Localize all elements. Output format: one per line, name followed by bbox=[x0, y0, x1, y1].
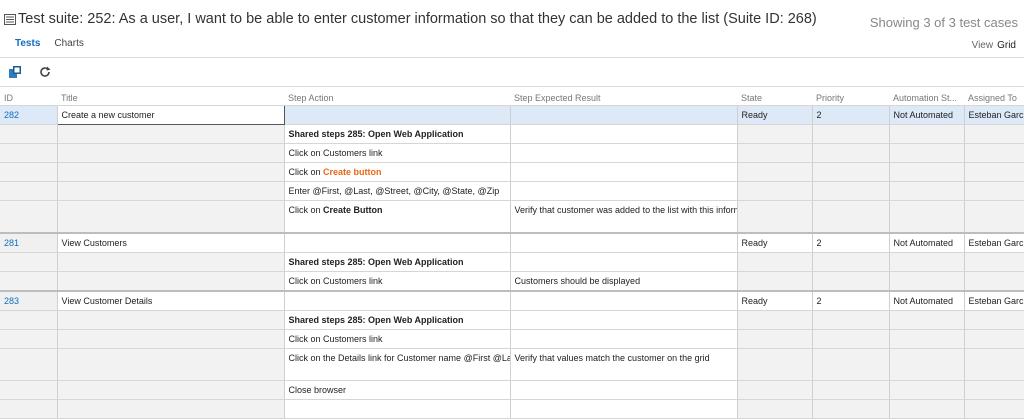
step-action-cell[interactable]: Click on Customers link bbox=[284, 271, 511, 292]
step-expected-cell[interactable]: Customers should be displayed bbox=[510, 271, 738, 292]
test-title-cell[interactable]: View Customer Details bbox=[57, 290, 285, 311]
step-action-cell[interactable]: Close browser bbox=[284, 380, 511, 400]
toolbar bbox=[8, 65, 68, 79]
step-expected-cell[interactable] bbox=[510, 252, 738, 272]
step-action-cell[interactable] bbox=[284, 105, 511, 125]
step-action-text: Click on bbox=[288, 205, 324, 215]
empty-step-row[interactable] bbox=[0, 399, 1024, 419]
column-header-id[interactable]: ID bbox=[0, 90, 57, 106]
step-expected-cell[interactable] bbox=[510, 181, 738, 201]
step-expected-cell[interactable] bbox=[510, 124, 738, 144]
step-action-cell[interactable] bbox=[284, 399, 511, 419]
test-title-cell[interactable]: Create a new customer bbox=[56, 105, 285, 125]
step-action-text: Click on bbox=[288, 167, 324, 177]
test-id-cell[interactable]: 283 bbox=[0, 290, 58, 311]
step-action-cell[interactable]: Click on Create Button bbox=[284, 200, 511, 234]
column-header-step-expected-result[interactable]: Step Expected Result bbox=[510, 90, 737, 106]
tab-charts[interactable]: Charts bbox=[54, 38, 83, 49]
view-label: View bbox=[971, 40, 994, 51]
test-id-link[interactable]: 281 bbox=[4, 238, 19, 248]
test-step-row[interactable]: Shared steps 285: Open Web Application bbox=[0, 252, 1024, 272]
step-action-cell[interactable]: Shared steps 285: Open Web Application bbox=[284, 124, 511, 144]
step-action-cell[interactable]: Shared steps 285: Open Web Application bbox=[284, 310, 511, 330]
state-cell[interactable]: Ready bbox=[737, 105, 813, 125]
step-expected-cell[interactable] bbox=[510, 310, 738, 330]
test-id-link[interactable]: 283 bbox=[4, 296, 19, 306]
refresh-icon[interactable] bbox=[38, 65, 52, 79]
step-expected-cell[interactable] bbox=[510, 105, 738, 125]
tab-tests[interactable]: Tests bbox=[15, 38, 40, 49]
test-title-cell[interactable]: View Customers bbox=[57, 232, 285, 253]
test-step-row[interactable]: Click on Customers link bbox=[0, 329, 1024, 349]
test-step-row[interactable]: Close browser bbox=[0, 380, 1024, 400]
test-step-row[interactable]: Click on the Details link for Customer n… bbox=[0, 348, 1024, 381]
test-step-row[interactable]: Click on Create Button Verify that custo… bbox=[0, 200, 1024, 234]
step-action-cell[interactable]: Click on Customers link bbox=[284, 143, 511, 163]
assigned-to-cell[interactable]: Esteban Garcia bbox=[964, 232, 1024, 253]
automation-status-cell[interactable]: Not Automated bbox=[889, 232, 965, 253]
test-case-row[interactable]: 283 View Customer Details Ready 2 Not Au… bbox=[0, 290, 1024, 311]
view-switch[interactable]: View Grid bbox=[972, 40, 1016, 51]
step-expected-cell[interactable]: Verify that values match the customer on… bbox=[510, 348, 738, 381]
step-expected-cell[interactable] bbox=[510, 162, 738, 182]
test-id-cell[interactable]: 281 bbox=[0, 232, 58, 253]
assigned-to-cell[interactable]: Esteban Garcia bbox=[964, 105, 1024, 125]
suite-title-bar: Test suite: 252: As a user, I want to be… bbox=[4, 8, 817, 30]
priority-cell[interactable]: 2 bbox=[812, 232, 890, 253]
test-case-count: Showing 3 of 3 test cases bbox=[869, 15, 1018, 30]
step-expected-cell[interactable] bbox=[510, 329, 738, 349]
tab-bar: Tests Charts bbox=[15, 38, 98, 49]
state-cell[interactable]: Ready bbox=[737, 232, 813, 253]
test-step-row[interactable]: Enter @First, @Last, @Street, @City, @St… bbox=[0, 181, 1024, 201]
page-title: Test suite: 252: As a user, I want to be… bbox=[18, 11, 817, 27]
step-action-cell[interactable]: Click on the Details link for Customer n… bbox=[284, 348, 511, 381]
column-header-assigned-to[interactable]: Assigned To bbox=[964, 90, 1024, 106]
open-in-client-icon[interactable] bbox=[8, 65, 22, 79]
state-cell[interactable]: Ready bbox=[737, 290, 813, 311]
step-action-cell[interactable]: Click on Customers link bbox=[284, 329, 511, 349]
priority-cell[interactable]: 2 bbox=[812, 290, 890, 311]
column-header-step-action[interactable]: Step Action bbox=[284, 90, 510, 106]
automation-status-cell[interactable]: Not Automated bbox=[889, 105, 965, 125]
divider bbox=[0, 86, 1024, 87]
test-suite-icon bbox=[4, 13, 16, 25]
test-id-link[interactable]: 282 bbox=[4, 110, 19, 120]
test-id-cell[interactable]: 282 bbox=[0, 105, 58, 125]
column-header-priority[interactable]: Priority bbox=[812, 90, 889, 106]
column-header-automation-status[interactable]: Automation St... bbox=[889, 90, 964, 106]
step-action-cell[interactable] bbox=[284, 232, 511, 253]
step-action-highlight: Create button bbox=[323, 167, 382, 177]
step-expected-cell[interactable] bbox=[510, 232, 738, 253]
priority-cell[interactable]: 2 bbox=[812, 105, 890, 125]
test-case-row[interactable]: 282 Create a new customer Ready 2 Not Au… bbox=[0, 105, 1024, 125]
test-step-row[interactable]: Click on Create button bbox=[0, 162, 1024, 182]
step-expected-cell[interactable] bbox=[510, 290, 738, 311]
test-step-row[interactable]: Shared steps 285: Open Web Application bbox=[0, 310, 1024, 330]
test-case-row[interactable]: 281 View Customers Ready 2 Not Automated… bbox=[0, 232, 1024, 253]
test-step-row[interactable]: Click on Customers link Customers should… bbox=[0, 271, 1024, 292]
test-step-row[interactable]: Click on Customers link bbox=[0, 143, 1024, 163]
step-expected-cell[interactable] bbox=[510, 143, 738, 163]
column-header-title[interactable]: Title bbox=[57, 90, 284, 106]
grid-header-row: ID Title Step Action Step Expected Resul… bbox=[0, 90, 1024, 106]
test-grid: ID Title Step Action Step Expected Resul… bbox=[0, 90, 1024, 419]
step-expected-cell[interactable] bbox=[510, 399, 738, 419]
step-action-bold: Create Button bbox=[323, 205, 383, 215]
assigned-to-cell[interactable]: Esteban Garcia bbox=[964, 290, 1024, 311]
step-action-cell[interactable]: Click on Create button bbox=[284, 162, 511, 182]
step-expected-cell[interactable]: Verify that customer was added to the li… bbox=[510, 200, 738, 234]
divider bbox=[0, 57, 1024, 58]
automation-status-cell[interactable]: Not Automated bbox=[889, 290, 965, 311]
test-step-row[interactable]: Shared steps 285: Open Web Application bbox=[0, 124, 1024, 144]
step-action-cell[interactable] bbox=[284, 290, 511, 311]
step-action-cell[interactable]: Shared steps 285: Open Web Application bbox=[284, 252, 511, 272]
view-grid-option[interactable]: Grid bbox=[997, 40, 1016, 51]
step-expected-cell[interactable] bbox=[510, 380, 738, 400]
column-header-state[interactable]: State bbox=[737, 90, 812, 106]
step-action-cell[interactable]: Enter @First, @Last, @Street, @City, @St… bbox=[284, 181, 511, 201]
